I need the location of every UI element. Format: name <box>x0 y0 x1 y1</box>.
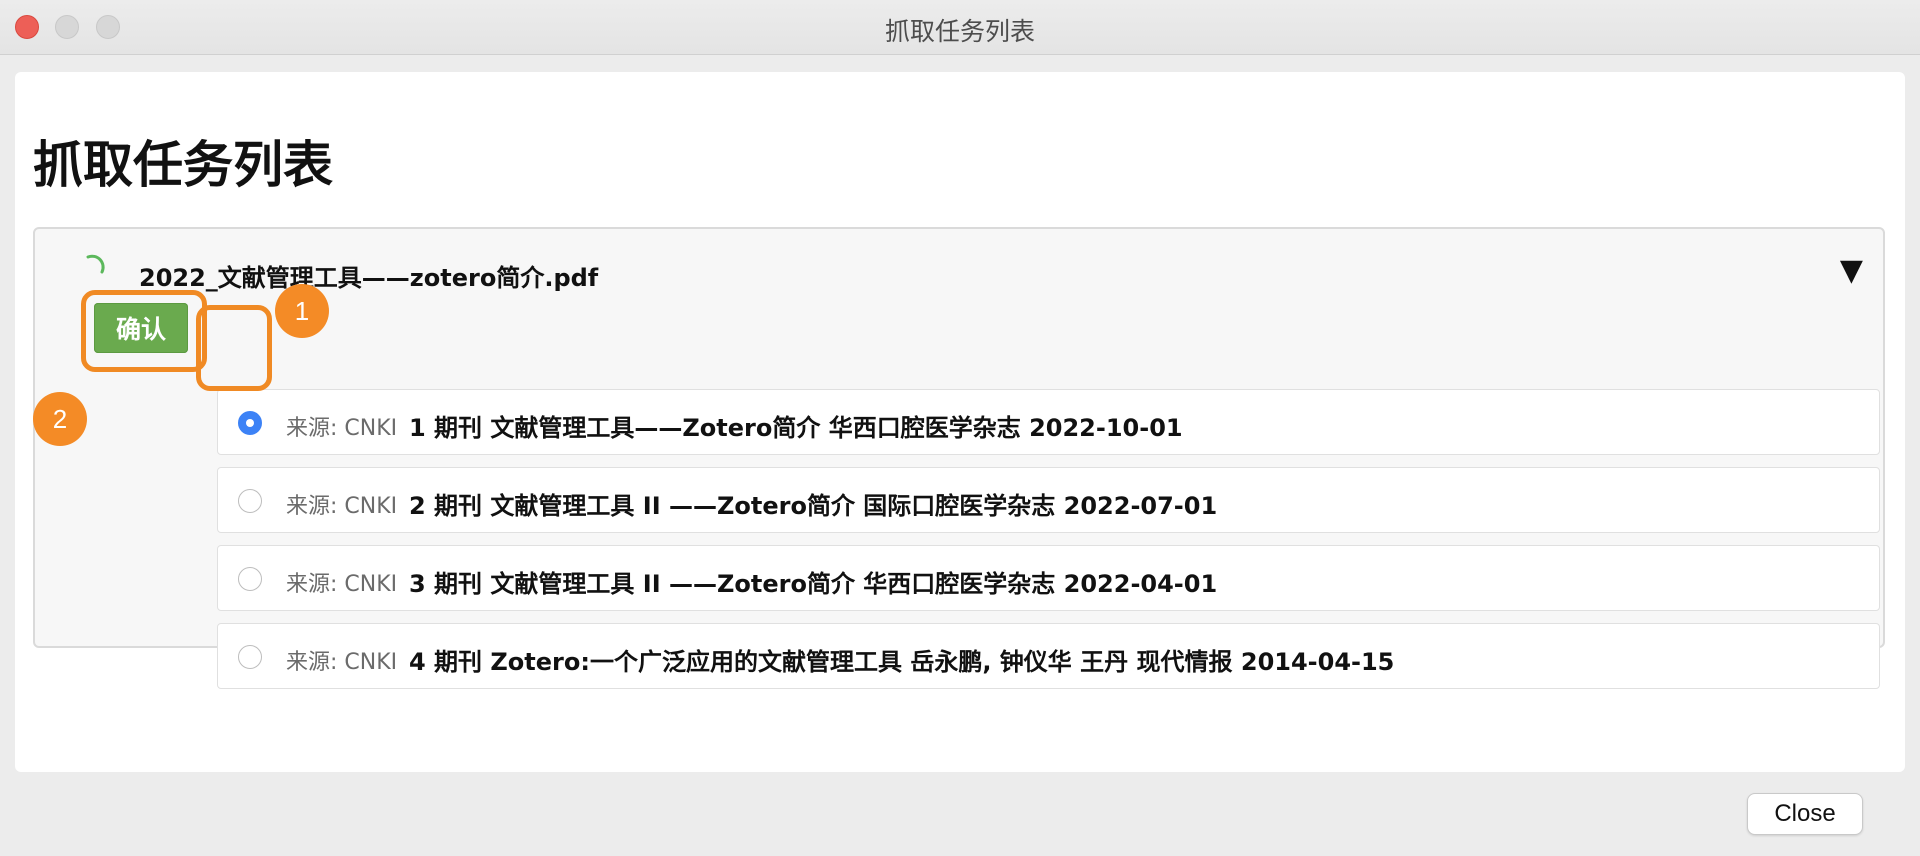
candidate-text: 4 期刊 Zotero:一个广泛应用的文献管理工具 岳永鹏, 钟仪华 王丹 现代… <box>409 648 1395 676</box>
radio-highlight <box>196 305 272 391</box>
candidate-item[interactable]: 来源: CNKI 4 期刊 Zotero:一个广泛应用的文献管理工具 岳永鹏, … <box>217 623 1880 689</box>
window-titlebar: 抓取任务列表 <box>0 0 1920 55</box>
candidate-radio[interactable] <box>238 489 262 513</box>
confirm-button-highlight: 确认 <box>81 290 207 372</box>
candidate-text: 2 期刊 文献管理工具 II ——Zotero简介 国际口腔医学杂志 2022-… <box>409 492 1218 520</box>
page-title: 抓取任务列表 <box>33 136 333 194</box>
collapse-toggle-icon[interactable]: ▼ <box>1840 253 1863 288</box>
loading-spinner-icon <box>86 254 105 274</box>
candidate-radio[interactable] <box>238 411 262 435</box>
candidate-source: 来源: CNKI <box>286 572 398 597</box>
candidate-source: 来源: CNKI <box>286 650 398 675</box>
candidate-item[interactable]: 来源: CNKI 1 期刊 文献管理工具——Zotero简介 华西口腔医学杂志 … <box>217 389 1880 455</box>
candidate-radio[interactable] <box>238 645 262 669</box>
candidate-source: 来源: CNKI <box>286 416 398 441</box>
step-badge-2: 2 <box>33 392 87 446</box>
step-badge-1: 1 <box>275 284 329 338</box>
close-button[interactable]: Close <box>1747 793 1863 835</box>
candidate-item[interactable]: 来源: CNKI 2 期刊 文献管理工具 II ——Zotero简介 国际口腔医… <box>217 467 1880 533</box>
candidate-text: 1 期刊 文献管理工具——Zotero简介 华西口腔医学杂志 2022-10-0… <box>409 414 1183 442</box>
main-content: 抓取任务列表 2022_文献管理工具——zotero简介.pdf ▼ 确认 来源… <box>15 72 1905 772</box>
candidate-radio[interactable] <box>238 567 262 591</box>
task-file-name: 2022_文献管理工具——zotero简介.pdf <box>139 264 599 292</box>
window-title: 抓取任务列表 <box>884 17 1035 46</box>
candidate-item[interactable]: 来源: CNKI 3 期刊 文献管理工具 II ——Zotero简介 华西口腔医… <box>217 545 1880 611</box>
confirm-button[interactable]: 确认 <box>94 303 188 353</box>
candidate-text: 3 期刊 文献管理工具 II ——Zotero简介 华西口腔医学杂志 2022-… <box>409 570 1218 598</box>
candidate-source: 来源: CNKI <box>286 494 398 519</box>
